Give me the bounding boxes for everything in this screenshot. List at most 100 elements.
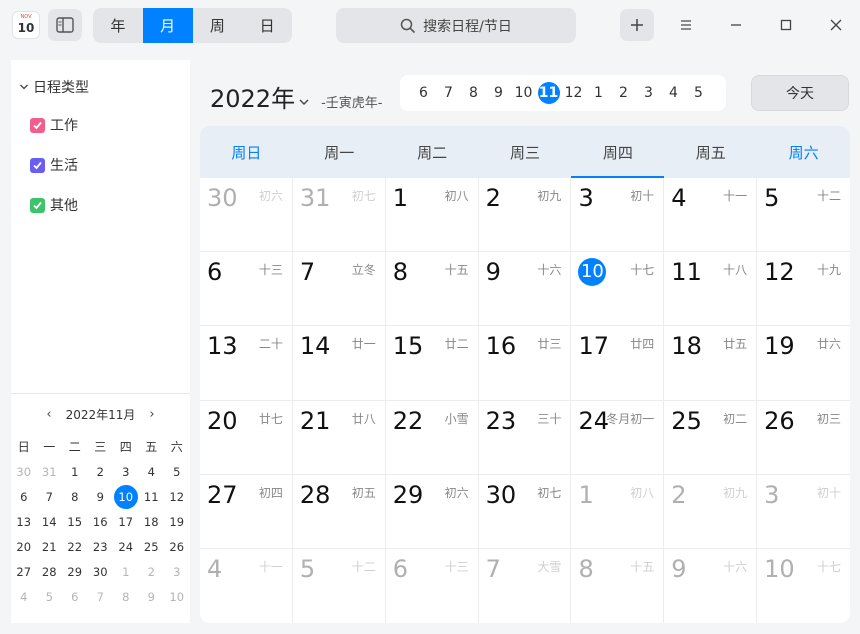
mini-day[interactable]: 21 <box>37 535 63 560</box>
day-cell[interactable]: 7 立冬 <box>293 252 386 326</box>
mini-day[interactable]: 17 <box>113 510 139 535</box>
toggle-sidebar-button[interactable] <box>48 9 82 41</box>
mini-day[interactable]: 7 <box>88 585 114 610</box>
minimize-button[interactable] <box>721 10 751 40</box>
month-item[interactable]: 1 <box>586 85 611 101</box>
add-event-button[interactable] <box>620 9 654 41</box>
day-cell[interactable]: 9 十六 <box>479 252 572 326</box>
month-item[interactable]: 10 <box>511 85 536 101</box>
day-cell[interactable]: 4 十一 <box>200 548 293 623</box>
mini-day[interactable]: 30 <box>88 560 114 585</box>
mini-day[interactable]: 9 <box>88 485 114 510</box>
day-cell[interactable]: 30 初七 <box>479 474 572 548</box>
day-cell[interactable]: 2 初九 <box>479 178 572 252</box>
mini-day[interactable]: 16 <box>88 510 114 535</box>
day-cell[interactable]: 6 十三 <box>200 252 293 326</box>
menu-button[interactable] <box>671 10 701 40</box>
day-cell[interactable]: 24 冬月初一 <box>571 400 665 474</box>
mini-day[interactable]: 29 <box>62 560 88 585</box>
month-item[interactable]: 6 <box>411 85 436 101</box>
day-cell[interactable]: 21 廿八 <box>293 400 386 474</box>
mini-day[interactable]: 24 <box>113 535 139 560</box>
day-cell[interactable]: 10 十七 <box>571 252 665 326</box>
day-cell[interactable]: 26 初三 <box>757 401 850 474</box>
month-item[interactable]: 5 <box>686 85 711 101</box>
day-cell[interactable]: 8 十五 <box>571 548 665 623</box>
mini-day[interactable]: 20 <box>11 535 37 560</box>
mini-day[interactable]: 4 <box>11 585 37 610</box>
mini-day[interactable]: 10 <box>113 485 139 510</box>
view-day-tab[interactable]: 日 <box>242 8 292 43</box>
month-item[interactable]: 7 <box>436 85 461 101</box>
mini-day[interactable]: 26 <box>164 535 190 560</box>
checkbox-checked-icon[interactable] <box>30 157 45 173</box>
category-item-work[interactable]: 工作 <box>30 115 78 135</box>
month-item[interactable]: 9 <box>486 85 511 101</box>
day-cell[interactable]: 29 初六 <box>386 474 479 548</box>
mini-day[interactable]: 15 <box>62 510 88 535</box>
day-cell[interactable]: 3 初十 <box>757 475 850 548</box>
category-item-other[interactable]: 其他 <box>30 195 78 215</box>
day-cell[interactable]: 3 初十 <box>571 178 665 252</box>
day-cell[interactable]: 2 初九 <box>664 474 758 548</box>
day-cell[interactable]: 17 廿四 <box>571 326 665 400</box>
day-cell[interactable]: 5 十二 <box>757 178 850 251</box>
day-cell[interactable]: 27 初四 <box>200 474 293 548</box>
month-item[interactable]: 12 <box>561 85 586 101</box>
view-month-tab[interactable]: 月 <box>142 8 193 43</box>
day-cell[interactable]: 23 三十 <box>479 400 572 474</box>
mini-day[interactable]: 30 <box>11 460 37 485</box>
mini-day[interactable]: 31 <box>37 460 63 485</box>
month-item[interactable]: 3 <box>636 85 661 101</box>
day-cell[interactable]: 10 十七 <box>757 549 850 623</box>
mini-day[interactable]: 14 <box>37 510 63 535</box>
mini-day[interactable]: 5 <box>164 460 190 485</box>
day-cell[interactable]: 31 初七 <box>293 178 386 252</box>
day-cell[interactable]: 22 小雪 <box>386 400 479 474</box>
mini-day[interactable]: 10 <box>164 585 190 610</box>
day-cell[interactable]: 9 十六 <box>664 548 758 623</box>
year-selector[interactable]: 2022年 -壬寅虎年- <box>210 79 382 114</box>
close-button[interactable] <box>821 10 851 40</box>
month-item[interactable]: 4 <box>661 85 686 101</box>
day-cell[interactable]: 18 廿五 <box>664 326 758 400</box>
mini-day[interactable]: 23 <box>88 535 114 560</box>
chevron-left-icon[interactable]: ‹ <box>42 407 55 422</box>
mini-day[interactable]: 9 <box>139 585 165 610</box>
day-cell[interactable]: 25 初二 <box>664 400 758 474</box>
mini-day[interactable]: 22 <box>62 535 88 560</box>
day-cell[interactable]: 7 大雪 <box>479 548 572 623</box>
month-item[interactable]: 11 <box>536 82 561 104</box>
chevron-right-icon[interactable]: › <box>145 407 158 422</box>
day-cell[interactable]: 19 廿六 <box>757 326 850 399</box>
mini-day[interactable]: 3 <box>164 560 190 585</box>
month-item[interactable]: 8 <box>461 85 486 101</box>
mini-day[interactable]: 5 <box>37 585 63 610</box>
day-cell[interactable]: 28 初五 <box>293 474 386 548</box>
mini-day[interactable]: 28 <box>37 560 63 585</box>
today-button[interactable]: 今天 <box>751 75 849 111</box>
mini-day[interactable]: 2 <box>88 460 114 485</box>
day-cell[interactable]: 4 十一 <box>664 178 758 252</box>
day-cell[interactable]: 12 十九 <box>757 252 850 325</box>
day-cell[interactable]: 8 十五 <box>386 252 479 326</box>
checkbox-checked-icon[interactable] <box>30 117 45 133</box>
day-cell[interactable]: 15 廿二 <box>386 326 479 400</box>
day-cell[interactable]: 20 廿七 <box>200 400 293 474</box>
month-item[interactable]: 2 <box>611 85 636 101</box>
day-cell[interactable]: 13 二十 <box>200 326 293 400</box>
mini-day[interactable]: 6 <box>62 585 88 610</box>
day-cell[interactable]: 14 廿一 <box>293 326 386 400</box>
day-cell[interactable]: 30 初六 <box>200 178 293 252</box>
mini-day[interactable]: 19 <box>164 510 190 535</box>
mini-day[interactable]: 2 <box>139 560 165 585</box>
mini-day[interactable]: 25 <box>139 535 165 560</box>
checkbox-checked-icon[interactable] <box>30 197 45 213</box>
mini-day[interactable]: 7 <box>37 485 63 510</box>
mini-day[interactable]: 11 <box>139 485 165 510</box>
day-cell[interactable]: 5 十二 <box>293 548 386 623</box>
mini-day[interactable]: 3 <box>113 460 139 485</box>
mini-day[interactable]: 1 <box>113 560 139 585</box>
mini-day[interactable]: 8 <box>62 485 88 510</box>
mini-day[interactable]: 4 <box>139 460 165 485</box>
